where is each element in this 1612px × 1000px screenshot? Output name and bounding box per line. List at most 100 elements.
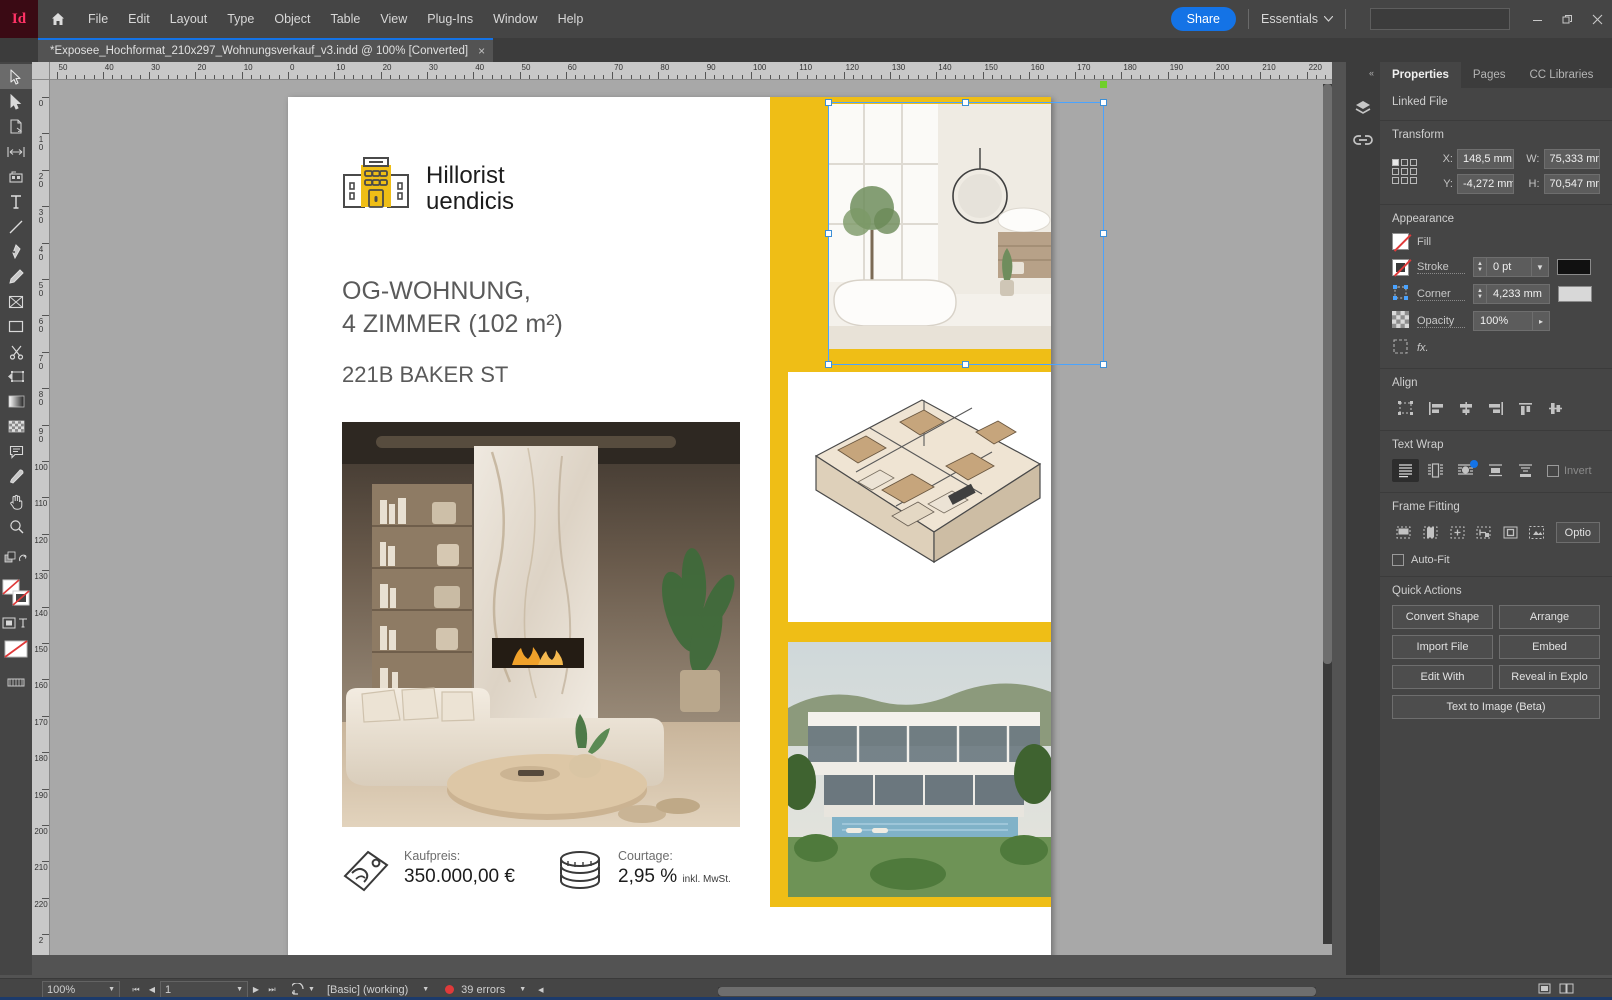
wrap-jump-object-icon[interactable] [1482,459,1509,482]
invert-checkbox[interactable] [1547,464,1559,477]
handle-bottom-right[interactable] [1100,361,1107,368]
document-tab[interactable]: *Exposee_Hochformat_210x297_Wohnungsverk… [38,38,494,62]
stroke-label[interactable]: Stroke [1417,261,1465,274]
menu-object[interactable]: Object [264,0,320,38]
wrap-object-shape-icon[interactable] [1452,459,1479,482]
corner-label[interactable]: Corner [1417,288,1465,301]
reference-point-selector[interactable] [1392,159,1417,184]
first-page-button[interactable]: ⏮ [128,981,144,998]
menu-type[interactable]: Type [217,0,264,38]
pasteboard[interactable]: Hillorist uendicis OG-WOHNUNG, 4 ZIMMER … [50,80,1332,955]
next-page-button[interactable]: ▶ [248,981,264,998]
type-tool[interactable] [0,189,32,214]
workspace-switcher[interactable]: Essentials [1261,12,1333,26]
embed-button[interactable]: Embed [1499,635,1600,659]
fit-content-to-frame-icon[interactable] [1445,521,1469,544]
wrap-none-icon[interactable] [1392,459,1419,482]
home-icon[interactable] [38,0,78,38]
stroke-weight-input[interactable]: 0 pt [1486,257,1532,277]
x-input[interactable]: 148,5 mm [1457,149,1514,169]
align-left-icon[interactable] [1422,397,1449,420]
layers-icon[interactable] [1346,92,1380,124]
hero-image[interactable] [342,422,740,827]
corner-stepper[interactable]: ▲ ▼ [1473,284,1486,304]
handle-middle-right[interactable] [1100,229,1107,237]
effects-frame-icon[interactable] [1392,338,1409,358]
direct-selection-tool[interactable] [0,89,32,114]
page-tool[interactable] [0,114,32,139]
h-input[interactable]: 70,547 mm [1543,174,1600,194]
arrange-button[interactable]: Arrange [1499,605,1600,629]
vertical-ruler[interactable]: 0 1 0 2 0 3 0 4 0 5 0 6 0 7 0 8 0 9 0 100 110 120 130… [32,80,50,955]
transparency-icon[interactable] [1392,311,1409,331]
menu-table[interactable]: Table [320,0,370,38]
align-center-vertical-icon[interactable] [1542,397,1569,420]
handle-top-right[interactable] [1100,99,1107,106]
pen-tool[interactable] [0,239,32,264]
screen-mode-icon[interactable] [0,669,32,694]
frame-fitting-options-button[interactable]: Optio [1555,522,1600,543]
import-file-button[interactable]: Import File [1392,635,1493,659]
zoom-level-selector[interactable]: 100% ▼ [42,981,120,998]
close-icon[interactable]: × [478,44,485,58]
fit-content-proportionally-icon[interactable] [1392,521,1416,544]
close-button[interactable] [1582,0,1612,38]
align-center-horizontal-icon[interactable] [1452,397,1479,420]
zoom-tool[interactable] [0,514,32,539]
content-collector-tool[interactable] [0,164,32,189]
text-to-image-button[interactable]: Text to Image (Beta) [1392,695,1600,719]
horizontal-ruler[interactable]: 50 40 30 20 10 0 10 20 30 40 50 60 70 80 90 100 110 120 13… [50,62,1332,80]
menu-window[interactable]: Window [483,0,547,38]
collapse-panel-icon[interactable]: « [1369,68,1374,78]
vertical-scrollbar[interactable] [1323,84,1332,944]
links-icon[interactable] [1346,124,1380,156]
auto-fit-row[interactable]: Auto-Fit [1392,554,1600,566]
horizontal-scrollbar-thumb[interactable] [718,987,1316,996]
convert-shape-button[interactable]: Convert Shape [1392,605,1493,629]
tab-cc-libraries[interactable]: CC Libraries [1518,62,1606,88]
auto-fit-checkbox[interactable] [1392,554,1404,566]
hand-tool[interactable] [0,489,32,514]
effects-label[interactable]: fx. [1417,342,1429,354]
content-aware-fit-icon[interactable] [1525,521,1549,544]
stroke-swatch[interactable] [1392,258,1409,276]
minimize-button[interactable] [1522,0,1552,38]
stroke-weight-dropdown-icon[interactable]: ▼ [1532,257,1549,277]
fill-stroke-swatches[interactable] [0,576,32,610]
corner-shape-bar[interactable] [1558,286,1592,302]
menu-plugins[interactable]: Plug-Ins [417,0,483,38]
preflight-icon[interactable]: ▼ [292,983,315,996]
eyedropper-tool[interactable] [0,464,32,489]
document-page[interactable]: Hillorist uendicis OG-WOHNUNG, 4 ZIMMER … [288,81,1107,955]
ruler-corner[interactable] [32,62,50,80]
align-right-icon[interactable] [1482,397,1509,420]
share-button[interactable]: Share [1170,7,1237,31]
horizontal-scrollbar[interactable] [718,987,1316,996]
previous-page-button[interactable]: ◀ [144,981,160,998]
last-page-button[interactable]: ⏭ [264,981,280,998]
selection-tool[interactable] [0,64,32,89]
bathroom-image[interactable] [828,104,1051,349]
reveal-in-explorer-button[interactable]: Reveal in Explo [1499,665,1600,689]
floorplan-image[interactable] [788,372,1051,622]
align-to-selection-icon[interactable] [1392,397,1419,420]
rectangle-tool[interactable] [0,314,32,339]
center-content-icon[interactable] [1498,521,1522,544]
corner-options-icon[interactable] [1392,284,1409,304]
fit-frame-to-content-icon[interactable] [1472,521,1496,544]
tab-properties[interactable]: Properties [1380,62,1461,88]
search-input[interactable] [1370,8,1510,30]
align-top-icon[interactable] [1512,397,1539,420]
stroke-stepper[interactable]: ▲ ▼ [1473,257,1486,277]
gradient-feather-tool[interactable] [0,414,32,439]
screen-mode-and-swap-icon[interactable] [0,545,32,570]
free-transform-tool[interactable] [0,364,32,389]
preflight-profile-dropdown-icon[interactable]: ▼ [422,986,429,993]
errors-dropdown-icon[interactable]: ▼ [519,986,526,993]
tab-pages[interactable]: Pages [1461,62,1518,88]
note-tool[interactable] [0,439,32,464]
fill-frame-proportionally-icon[interactable] [1419,521,1443,544]
menu-file[interactable]: File [78,0,118,38]
corner-radius-input[interactable]: 4,233 mm [1486,284,1550,304]
page-number-selector[interactable]: 1 ▼ [160,981,248,998]
